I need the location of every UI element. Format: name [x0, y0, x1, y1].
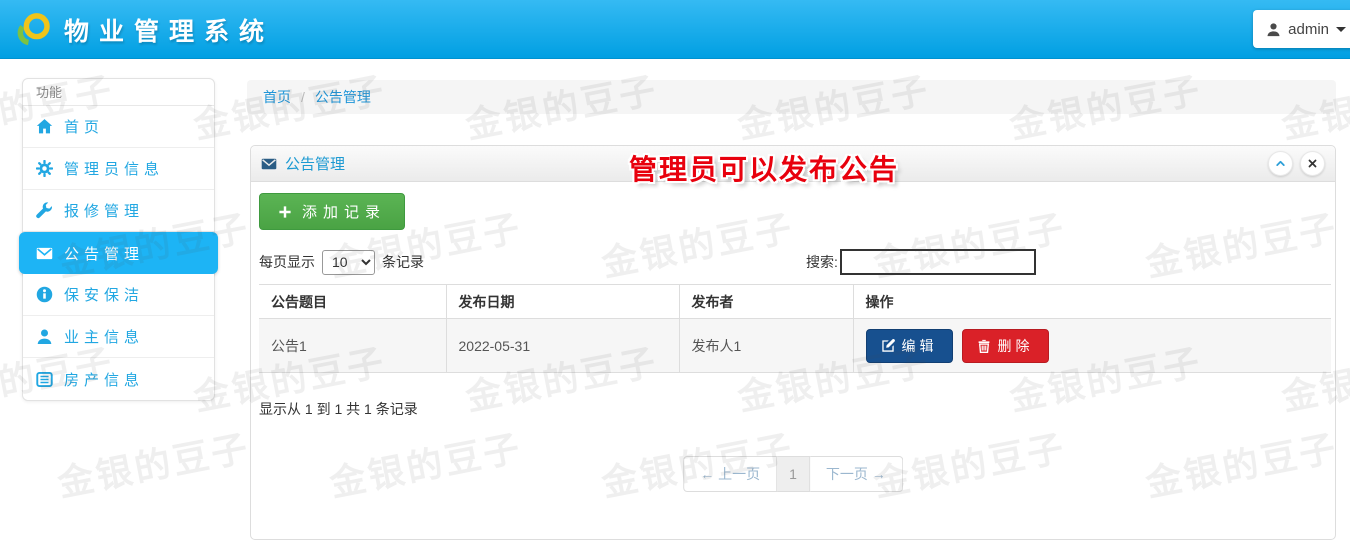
- breadcrumb: 首页 / 公告管理: [247, 80, 1336, 114]
- column-header: 公告题目: [259, 284, 446, 319]
- caret-down-icon: [1336, 26, 1346, 32]
- panel-body: 添加记录 每页显示 10 条记录 搜索: 公告题目 发布日期 发布者 操作 公告…: [251, 183, 1335, 539]
- page-size-suffix: 条记录: [382, 254, 424, 270]
- close-icon: [1307, 158, 1318, 169]
- sidebar-item-gear[interactable]: 管理员信息: [23, 148, 214, 190]
- panel-tools: [1268, 151, 1325, 176]
- pagination-next-button[interactable]: 下一页 →: [809, 456, 903, 492]
- column-header: 操作: [852, 284, 1331, 319]
- top-header-bar: 物业管理系统 admin: [0, 0, 1350, 59]
- page-size-prefix: 每页显示: [259, 254, 315, 270]
- add-record-label: 添加记录: [302, 204, 387, 221]
- plus-icon: [278, 205, 292, 219]
- envelope-icon: [36, 245, 53, 262]
- table-controls: 每页显示 10 条记录 搜索:: [259, 249, 1329, 277]
- cell-date: 2022-05-31: [445, 318, 679, 373]
- sidebar-item-label: 管理员信息: [64, 161, 165, 178]
- records-summary: 显示从 1 到 1 共 1 条记录: [259, 401, 418, 417]
- edit-icon: [881, 338, 895, 353]
- sidebar-section-title: 功能: [23, 79, 214, 106]
- breadcrumb-separator: /: [301, 89, 305, 105]
- cell-publisher: 发布人1: [678, 318, 853, 373]
- sidebar-item-home[interactable]: 首页: [23, 106, 214, 148]
- announcements-table: 公告题目 发布日期 发布者 操作 公告1 2022-05-31 发布人1 编辑 删除: [259, 284, 1331, 373]
- envelope-icon: [261, 156, 277, 172]
- sidebar: 功能 首页管理员信息报修管理公告管理保安保洁业主信息房产信息: [19, 78, 218, 401]
- page-size-control: 每页显示 10 条记录: [259, 249, 424, 275]
- chevron-up-icon: [1275, 158, 1286, 169]
- edit-button[interactable]: 编辑: [865, 328, 953, 363]
- sidebar-item-label: 首页: [64, 119, 105, 136]
- sidebar-item-label: 公告管理: [64, 245, 145, 263]
- add-record-button[interactable]: 添加记录: [259, 193, 406, 230]
- app-title: 物业管理系统: [64, 17, 275, 46]
- collapse-button[interactable]: [1268, 151, 1293, 176]
- sidebar-item-label: 报修管理: [64, 203, 145, 220]
- gear-icon: [36, 160, 53, 177]
- edit-label: 编辑: [901, 337, 938, 354]
- table-body: 公告1 2022-05-31 发布人1 编辑 删除: [259, 318, 1331, 373]
- annotation-text: 管理员可以发布公告: [629, 154, 900, 185]
- sidebar-item-label: 业主信息: [64, 329, 145, 346]
- pagination: ← 上一页 1 下一页 →: [683, 456, 903, 492]
- trash-icon: [977, 339, 991, 353]
- search-control: 搜索:: [806, 249, 1036, 275]
- close-button[interactable]: [1300, 151, 1325, 176]
- sidebar-item-wrench[interactable]: 报修管理: [23, 190, 214, 232]
- breadcrumb-current-link[interactable]: 公告管理: [315, 87, 371, 107]
- building-icon: [36, 371, 53, 388]
- announcement-panel: 公告管理 管理员可以发布公告 添加记录 每页显示 10 条记录 搜索: 公告题目…: [250, 145, 1336, 540]
- delete-label: 删除: [997, 337, 1034, 354]
- user-icon: [1266, 22, 1281, 37]
- sidebar-item-envelope[interactable]: 公告管理: [19, 232, 218, 274]
- table-header-row: 公告题目 发布日期 发布者 操作: [259, 284, 1331, 319]
- column-header: 发布日期: [445, 284, 679, 319]
- sidebar-menu: 首页管理员信息报修管理公告管理保安保洁业主信息房产信息: [19, 106, 218, 400]
- sidebar-item-label: 房产信息: [64, 371, 145, 389]
- info-icon: [36, 286, 53, 303]
- cell-title: 公告1: [259, 318, 446, 373]
- sidebar-item-building[interactable]: 房产信息: [23, 358, 214, 400]
- search-input[interactable]: [839, 249, 1036, 275]
- panel-title-text: 公告管理: [285, 156, 346, 173]
- wrench-icon: [36, 202, 53, 219]
- panel-title: 公告管理: [261, 153, 345, 174]
- pagination-prev-button[interactable]: ← 上一页: [683, 456, 778, 492]
- search-label: 搜索:: [806, 254, 838, 270]
- sidebar-item-label: 保安保洁: [64, 287, 145, 304]
- table-row: 公告1 2022-05-31 发布人1 编辑 删除: [259, 318, 1331, 373]
- page-size-select[interactable]: 10: [322, 249, 375, 275]
- user-menu-button[interactable]: admin: [1253, 10, 1350, 48]
- delete-button[interactable]: 删除: [961, 328, 1049, 363]
- cell-actions: 编辑 删除: [852, 318, 1331, 373]
- panel-header: 公告管理 管理员可以发布公告: [251, 146, 1335, 185]
- app-root: 物业管理系统 admin 功能 首页 管理员信息 报修管理 公告管理 保安保洁 业主信息房…: [0, 0, 1350, 551]
- pagination-current-page[interactable]: 1: [777, 456, 810, 492]
- breadcrumb-home-link[interactable]: 首页: [263, 87, 291, 107]
- watermark-text: 金银的豆子: [54, 426, 254, 505]
- sidebar-item-info[interactable]: 保安保洁: [23, 274, 214, 316]
- user-name: admin: [1288, 20, 1329, 38]
- logo-icon: [16, 11, 53, 48]
- user-icon: [36, 328, 53, 345]
- home-icon: [36, 118, 53, 135]
- column-header: 发布者: [678, 284, 853, 319]
- sidebar-item-user[interactable]: 业主信息: [23, 316, 214, 358]
